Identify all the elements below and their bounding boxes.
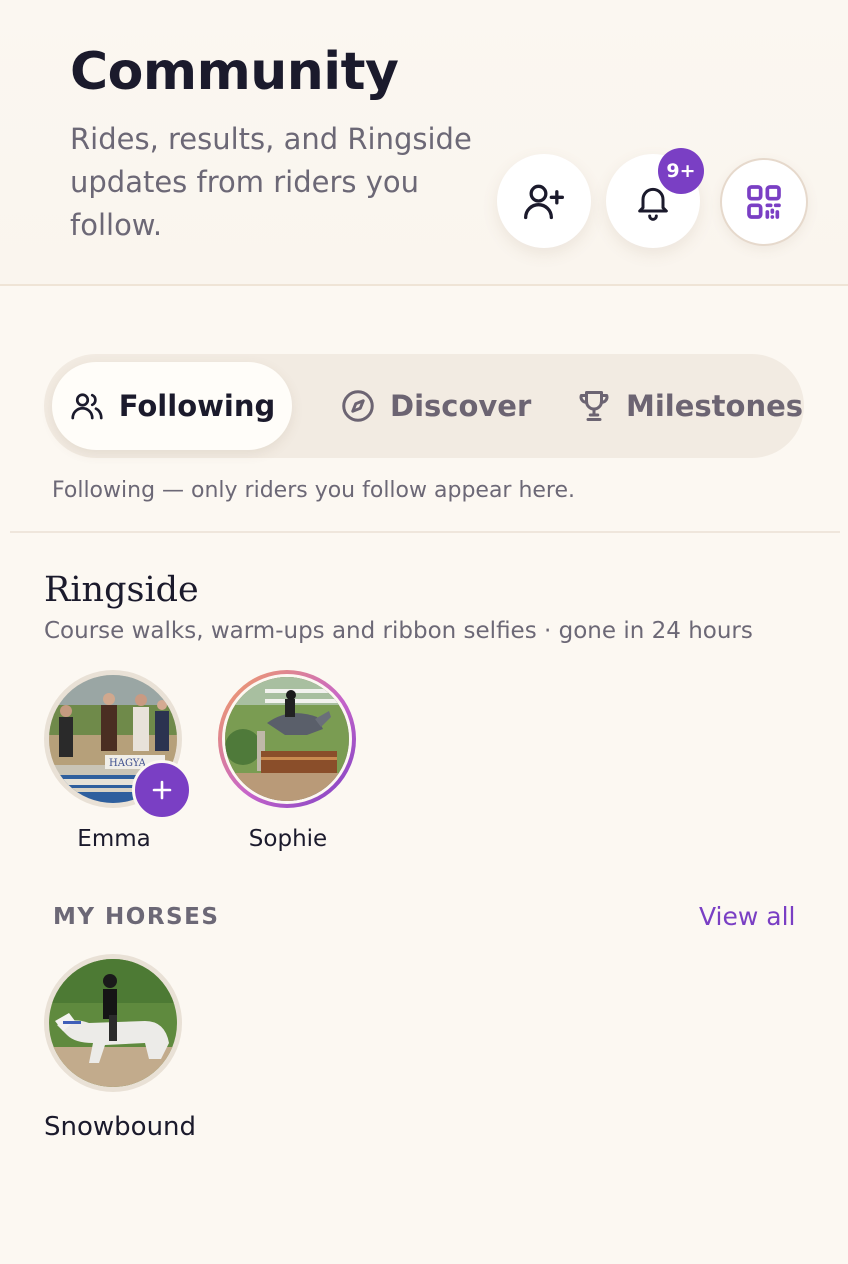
story-sophie[interactable]: Sophie	[218, 670, 358, 852]
horse-jumping-photo	[222, 674, 352, 804]
view-all-link[interactable]: View all	[699, 902, 795, 931]
tab-milestones[interactable]: Milestones	[576, 362, 803, 450]
tab-following[interactable]: Following	[52, 362, 292, 450]
notification-badge: 9+	[658, 148, 704, 194]
story-ring-unseen	[218, 670, 356, 808]
white-horse-rider-photo	[49, 959, 177, 1087]
horse-avatar-ring	[44, 954, 182, 1092]
ringside-title: Ringside	[44, 570, 199, 610]
page-header: Community Rides, results, and Ringside u…	[0, 0, 848, 286]
horse-name: Snowbound	[44, 1112, 197, 1142]
people-icon	[71, 393, 103, 420]
my-horses-label: MY HORSES	[53, 904, 220, 930]
add-friend-button[interactable]	[497, 154, 591, 248]
tab-discover-label: Discover	[390, 389, 532, 423]
trophy-icon	[579, 391, 609, 421]
feed-tabs: Following Discover Milestones	[44, 354, 804, 458]
divider	[10, 531, 840, 533]
compass-icon	[342, 390, 374, 422]
qr-code-icon	[747, 185, 781, 219]
story-name: Sophie	[248, 826, 328, 852]
tab-hint: Following — only riders you follow appea…	[52, 478, 576, 503]
tab-following-label: Following	[118, 389, 276, 423]
add-story-button[interactable]	[132, 760, 192, 820]
story-name: Emma	[77, 826, 151, 852]
tab-milestones-label: Milestones	[626, 389, 804, 423]
page-subtitle: Rides, results, and Ringside updates fro…	[70, 122, 472, 242]
horse-card-snowbound[interactable]: Snowbound	[44, 954, 204, 1142]
plus-icon	[152, 780, 172, 800]
ringside-subtitle: Course walks, warm-ups and ribbon selfie…	[44, 618, 753, 644]
tab-discover[interactable]: Discover	[340, 362, 531, 450]
qr-code-button[interactable]	[720, 158, 808, 246]
add-friend-icon	[524, 184, 564, 220]
story-emma[interactable]: HAGYA Emma	[44, 670, 192, 852]
page-title: Community	[70, 42, 399, 102]
